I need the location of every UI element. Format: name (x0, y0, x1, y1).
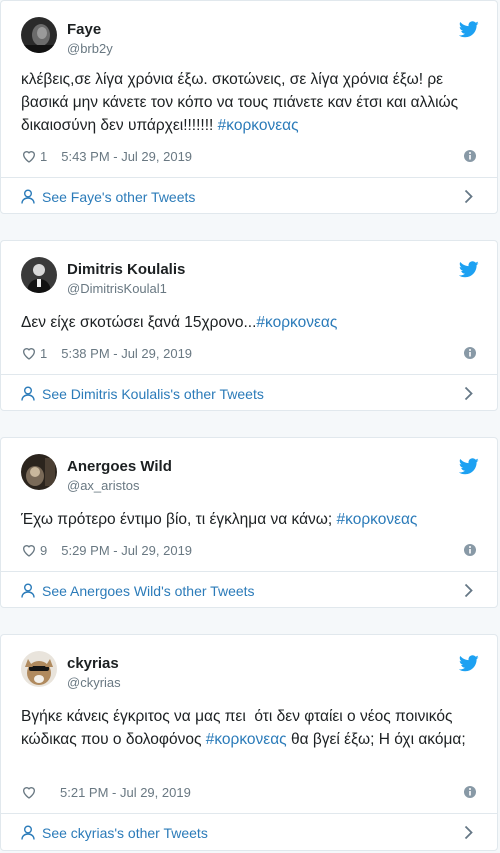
person-icon (21, 189, 35, 204)
see-other-tweets-link[interactable]: See ckyrias's other Tweets (1, 813, 497, 851)
tweet-meta: 9 5:29 PM - Jul 29, 2019 (21, 541, 477, 559)
see-other-tweets-link[interactable]: See Anergoes Wild's other Tweets (1, 571, 497, 609)
chevron-right-icon[interactable] (464, 583, 473, 598)
avatar[interactable] (21, 651, 57, 687)
tweet-meta: 1 5:43 PM - Jul 29, 2019 (21, 147, 477, 165)
author-handle[interactable]: @brb2y (67, 41, 113, 56)
author-handle[interactable]: @DimitrisKoulal1 (67, 281, 167, 296)
like-count: 1 (40, 345, 48, 361)
twitter-bird-icon[interactable] (459, 21, 479, 38)
hashtag-link[interactable]: #κορκονεας (218, 117, 299, 134)
like-count: 9 (40, 542, 48, 558)
tweet-text: Βγήκε κάνεις έγκριτος να μας πει ότι δεν… (21, 708, 466, 748)
info-icon[interactable] (463, 785, 477, 799)
twitter-bird-icon[interactable] (459, 458, 479, 475)
author-handle[interactable]: @ax_aristos (67, 478, 139, 493)
tweet-card: ckyrias @ckyrias Βγήκε κάνεις έγκριτος ν… (0, 634, 498, 851)
info-icon[interactable] (463, 149, 477, 163)
avatar[interactable] (21, 17, 57, 53)
footer-label[interactable]: See Anergoes Wild's other Tweets (42, 583, 255, 599)
author-name[interactable]: Faye (67, 21, 101, 38)
hashtag-link[interactable]: #κορκονεας (206, 731, 287, 748)
author-name[interactable]: Anergoes Wild (67, 458, 172, 475)
see-other-tweets-link[interactable]: See Faye's other Tweets (1, 177, 497, 215)
heart-icon[interactable] (21, 784, 37, 800)
footer-label[interactable]: See Faye's other Tweets (42, 189, 195, 205)
tweet-text: κλέβεις,σε λίγα χρόνια έξω. σκοτώνεις, σ… (21, 71, 463, 134)
footer-label[interactable]: See Dimitris Koulalis's other Tweets (42, 386, 264, 402)
tweet-card: Dimitris Koulalis @DimitrisKoulal1 Δεν ε… (0, 240, 498, 411)
heart-icon[interactable] (21, 542, 37, 558)
chevron-right-icon[interactable] (464, 386, 473, 401)
chevron-right-icon[interactable] (464, 189, 473, 204)
timestamp[interactable]: 5:29 PM - Jul 29, 2019 (61, 543, 192, 558)
heart-icon[interactable] (21, 345, 37, 361)
person-icon (21, 386, 35, 401)
tweet-text: Δεν είχε σκοτώσει ξανά 15χρονο...#κορκον… (21, 314, 338, 331)
timestamp[interactable]: 5:43 PM - Jul 29, 2019 (61, 149, 192, 164)
info-icon[interactable] (463, 543, 477, 557)
info-icon[interactable] (463, 346, 477, 360)
tweet-card: Faye @brb2y κλέβεις,σε λίγα χρόνια έξω. … (0, 0, 498, 214)
hashtag-link[interactable]: #κορκονεας (256, 314, 337, 331)
heart-icon[interactable] (21, 148, 37, 164)
twitter-bird-icon[interactable] (459, 261, 479, 278)
person-icon (21, 583, 35, 598)
avatar[interactable] (21, 257, 57, 293)
footer-label[interactable]: See ckyrias's other Tweets (42, 825, 208, 841)
author-name[interactable]: Dimitris Koulalis (67, 261, 185, 278)
chevron-right-icon[interactable] (464, 825, 473, 840)
tweet-meta: 1 5:38 PM - Jul 29, 2019 (21, 344, 477, 362)
timestamp[interactable]: 5:21 PM - Jul 29, 2019 (60, 785, 191, 800)
like-count: 1 (40, 148, 48, 164)
person-icon (21, 825, 35, 840)
author-handle[interactable]: @ckyrias (67, 675, 121, 690)
tweet-text: Έχω πρότερο έντιμο βίο, τι έγκλημα να κά… (21, 511, 418, 528)
tweet-card: Anergoes Wild @ax_aristos Έχω πρότερο έν… (0, 437, 498, 608)
avatar[interactable] (21, 454, 57, 490)
see-other-tweets-link[interactable]: See Dimitris Koulalis's other Tweets (1, 374, 497, 412)
tweet-meta: 5:21 PM - Jul 29, 2019 (21, 783, 477, 801)
timestamp[interactable]: 5:38 PM - Jul 29, 2019 (61, 346, 192, 361)
author-name[interactable]: ckyrias (67, 655, 119, 672)
twitter-bird-icon[interactable] (459, 655, 479, 672)
hashtag-link[interactable]: #κορκονεας (337, 511, 418, 528)
